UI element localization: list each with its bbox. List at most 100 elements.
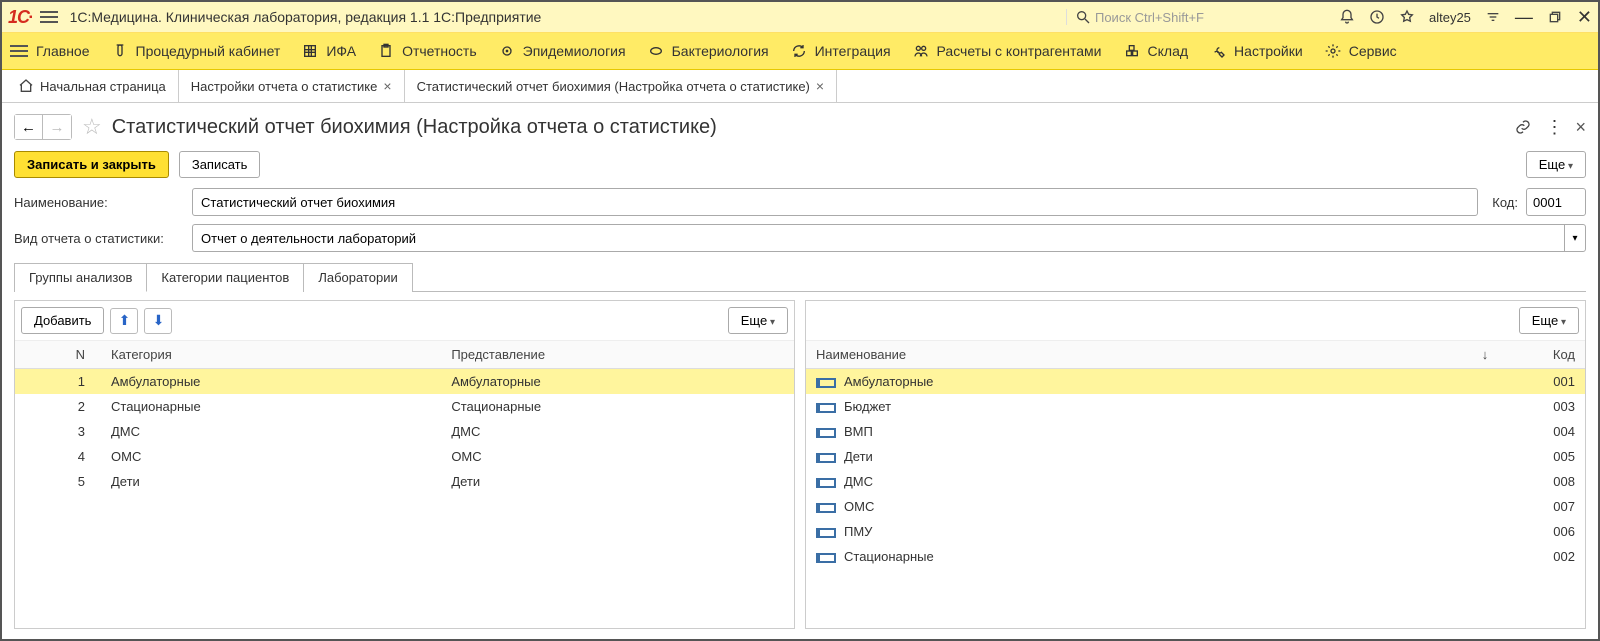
nav-procedure[interactable]: Процедурный кабинет — [112, 43, 281, 59]
table-row[interactable]: 3ДМСДМС — [15, 419, 794, 444]
item-icon — [816, 428, 836, 438]
username[interactable]: altey25 — [1429, 10, 1471, 25]
item-icon — [816, 378, 836, 388]
more-button[interactable]: Еще — [1526, 151, 1586, 178]
virus-icon — [499, 43, 515, 59]
grid-icon — [302, 43, 318, 59]
subtab-groups[interactable]: Группы анализов — [14, 263, 147, 292]
star-icon[interactable] — [1399, 9, 1415, 25]
add-button[interactable]: Добавить — [21, 307, 104, 334]
titlebar: 1C▪ 1С:Медицина. Клиническая лаборатория… — [2, 2, 1598, 33]
subtab-labs[interactable]: Лаборатории — [303, 263, 412, 292]
app-title: 1С:Медицина. Клиническая лаборатория, ре… — [70, 9, 542, 25]
gear-icon — [1325, 43, 1341, 59]
nav-main[interactable]: Главное — [10, 43, 90, 59]
nav-reports[interactable]: Отчетность — [378, 43, 477, 59]
table-row[interactable]: 4ОМСОМС — [15, 444, 794, 469]
filter-icon[interactable] — [1485, 9, 1501, 25]
table-row[interactable]: Дети005 — [806, 444, 1585, 469]
tab-home[interactable]: Начальная страница — [6, 70, 179, 102]
table-row[interactable]: ОМС007 — [806, 494, 1585, 519]
table-row[interactable]: ДМС008 — [806, 469, 1585, 494]
left-table: N Категория Представление 1АмбулаторныеА… — [15, 341, 794, 494]
name-input[interactable] — [192, 188, 1478, 216]
logo-1c-icon: 1C▪ — [8, 7, 32, 28]
table-row[interactable]: 2СтационарныеСтационарные — [15, 394, 794, 419]
link-icon[interactable] — [1515, 119, 1531, 135]
col-name[interactable]: Наименование — [806, 341, 1465, 369]
code-label: Код: — [1492, 195, 1518, 210]
type-input[interactable] — [192, 224, 1564, 252]
move-down-button[interactable]: ⬇ — [144, 308, 172, 334]
kebab-menu-icon[interactable]: ⋮ — [1545, 117, 1561, 138]
bell-icon[interactable] — [1339, 9, 1355, 25]
tab-stat-report[interactable]: Статистический отчет биохимия (Настройка… — [405, 70, 838, 102]
move-up-button[interactable]: ⬆ — [110, 308, 138, 334]
favorite-star-icon[interactable]: ☆ — [82, 114, 102, 140]
name-label: Наименование: — [14, 195, 184, 210]
global-search[interactable]: Поиск Ctrl+Shift+F — [1066, 9, 1325, 25]
col-code[interactable]: Код — [1505, 341, 1585, 369]
type-label: Вид отчета о статистики: — [14, 231, 184, 246]
dropdown-button[interactable]: ▾ — [1564, 224, 1586, 252]
write-button[interactable]: Записать — [179, 151, 261, 178]
right-pane: Еще Наименование ↓ Код Амбулаторные001Бю… — [805, 300, 1586, 629]
left-pane: Добавить ⬆ ⬇ Еще N Категория Представлен… — [14, 300, 795, 629]
type-dropdown[interactable]: ▾ — [192, 224, 1586, 252]
item-icon — [816, 453, 836, 463]
close-icon[interactable]: × — [816, 78, 824, 94]
write-and-close-button[interactable]: Записать и закрыть — [14, 151, 169, 178]
search-placeholder: Поиск Ctrl+Shift+F — [1095, 10, 1204, 25]
close-icon[interactable]: × — [383, 78, 391, 94]
nav-epidem[interactable]: Эпидемиология — [499, 43, 626, 59]
nav-contractors[interactable]: Расчеты с контрагентами — [913, 43, 1102, 59]
page-header: ← → ☆ Статистический отчет биохимия (Нас… — [14, 109, 1586, 145]
navbar: Главное Процедурный кабинет ИФА Отчетнос… — [2, 33, 1598, 70]
table-row[interactable]: 1АмбулаторныеАмбулаторные — [15, 369, 794, 395]
search-icon — [1075, 9, 1091, 25]
nav-ifa[interactable]: ИФА — [302, 43, 356, 59]
col-category[interactable]: Категория — [101, 341, 441, 369]
bacteria-icon — [648, 43, 664, 59]
col-sort[interactable]: ↓ — [1465, 341, 1505, 369]
people-icon — [913, 43, 929, 59]
menu-icon[interactable] — [40, 11, 58, 23]
item-icon — [816, 478, 836, 488]
restore-icon[interactable] — [1547, 9, 1563, 25]
col-n[interactable]: N — [15, 341, 101, 369]
item-icon — [816, 553, 836, 563]
forward-button[interactable]: → — [43, 115, 71, 139]
item-icon — [816, 403, 836, 413]
table-row[interactable]: ВМП004 — [806, 419, 1585, 444]
col-repr[interactable]: Представление — [441, 341, 794, 369]
nav-service[interactable]: Сервис — [1325, 43, 1397, 59]
nav-bacteriology[interactable]: Бактериология — [648, 43, 769, 59]
boxes-icon — [1124, 43, 1140, 59]
minimize-icon[interactable]: — — [1515, 7, 1533, 28]
nav-settings[interactable]: Настройки — [1210, 43, 1303, 59]
wrench-icon — [1210, 43, 1226, 59]
tabstrip: Начальная страница Настройки отчета о ст… — [2, 70, 1598, 103]
table-row[interactable]: 5ДетиДети — [15, 469, 794, 494]
close-window-icon[interactable]: ✕ — [1577, 7, 1592, 28]
subtabs: Группы анализов Категории пациентов Лабо… — [14, 262, 1586, 292]
tube-icon — [112, 43, 128, 59]
clipboard-icon — [378, 43, 394, 59]
nav-integration[interactable]: Интеграция — [791, 43, 891, 59]
close-page-icon[interactable]: × — [1575, 117, 1586, 138]
table-row[interactable]: ПМУ006 — [806, 519, 1585, 544]
left-more-button[interactable]: Еще — [728, 307, 788, 334]
table-row[interactable]: Стационарные002 — [806, 544, 1585, 569]
table-row[interactable]: Бюджет003 — [806, 394, 1585, 419]
home-icon — [18, 78, 34, 94]
table-row[interactable]: Амбулаторные001 — [806, 369, 1585, 395]
subtab-categories[interactable]: Категории пациентов — [146, 263, 304, 292]
right-more-button[interactable]: Еще — [1519, 307, 1579, 334]
item-icon — [816, 503, 836, 513]
code-input[interactable] — [1526, 188, 1586, 216]
tab-settings-report[interactable]: Настройки отчета о статистике × — [179, 70, 405, 102]
sync-icon — [791, 43, 807, 59]
history-icon[interactable] — [1369, 9, 1385, 25]
nav-warehouse[interactable]: Склад — [1124, 43, 1189, 59]
back-button[interactable]: ← — [15, 115, 43, 139]
